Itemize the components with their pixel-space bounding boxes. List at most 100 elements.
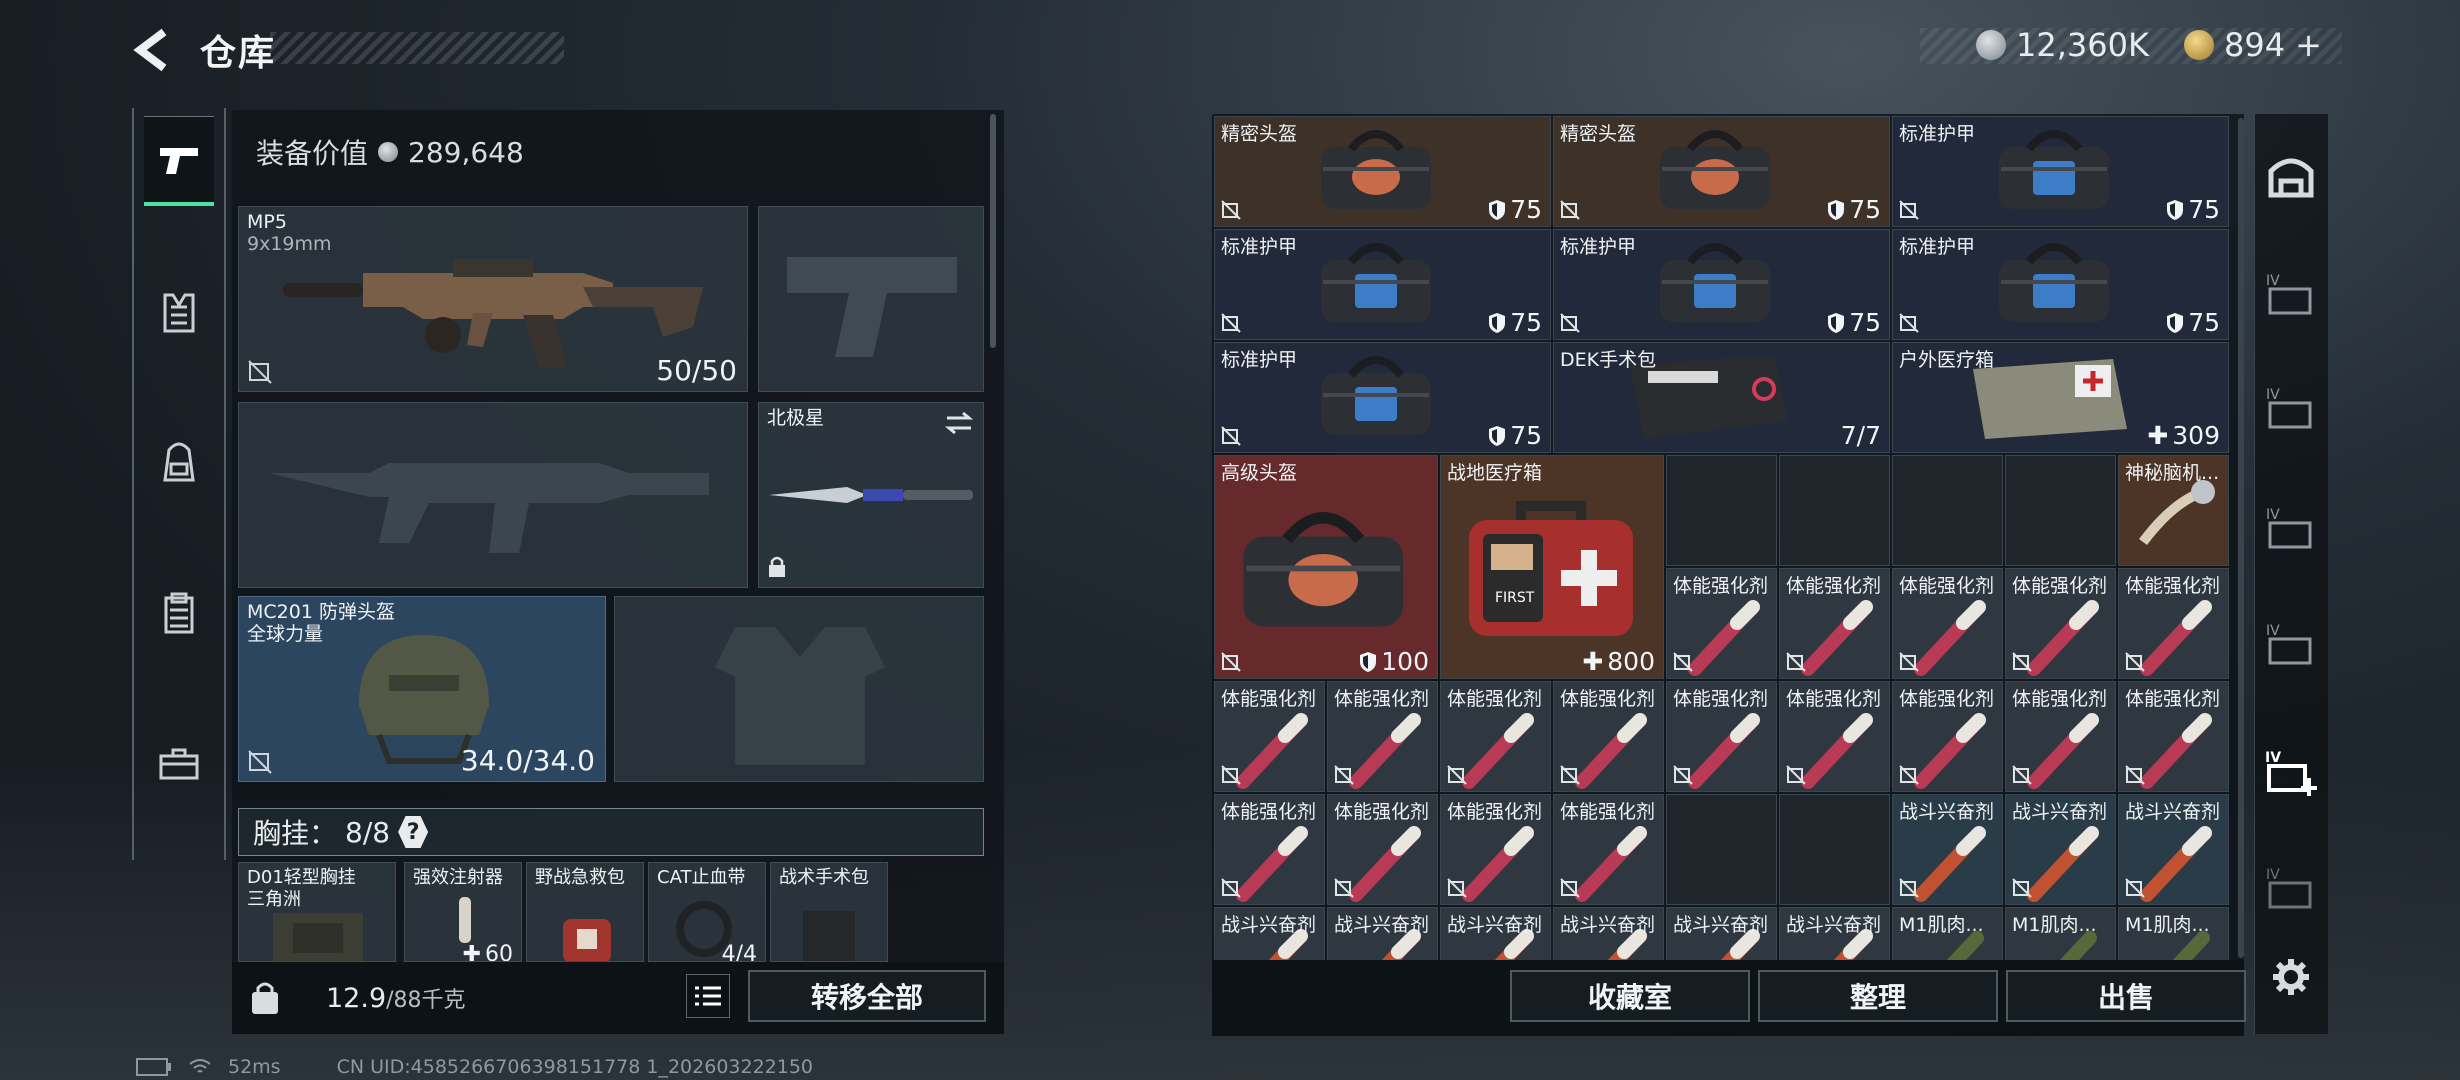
storage-item[interactable]: 体能强化剂 (2118, 681, 2229, 792)
storage-scrollbar[interactable] (2238, 118, 2244, 958)
storage-item[interactable]: 体能强化剂 (1779, 681, 1890, 792)
chest-rig-header: 胸挂： 8/8 ? (238, 808, 984, 856)
empty-cell[interactable] (1666, 794, 1777, 905)
storage-item[interactable]: 标准护甲 75 (1214, 229, 1551, 340)
empty-cell[interactable] (1666, 455, 1777, 566)
tab-backpack[interactable] (144, 418, 214, 508)
storage-item[interactable]: 体能强化剂 (1214, 681, 1325, 792)
storage-item[interactable]: 精密头盔 75 (1214, 116, 1551, 227)
storage-item[interactable]: 体能强化剂 (1327, 794, 1438, 905)
item-name: 体能强化剂 (1560, 801, 1656, 823)
help-button[interactable]: ? (398, 816, 429, 848)
storage-item[interactable]: 神秘脑机... (2118, 455, 2229, 566)
item-value: 75 (1849, 308, 1881, 337)
item-image (2133, 712, 2223, 791)
back-button[interactable] (130, 28, 178, 72)
storage-item[interactable]: 标准护甲 75 (1892, 116, 2229, 227)
pouch-slot-injector[interactable]: 强效注射器 ✚ 60 (404, 862, 522, 962)
item-name: 战斗兴奋剂 (1447, 914, 1543, 936)
primary-weapon-slot[interactable]: MP5 9x19mm 50/50 (238, 206, 748, 392)
storage-tab-iv-5[interactable]: IV (2258, 856, 2324, 922)
storage-tab-iv-1[interactable]: IV (2258, 262, 2324, 328)
no-insurance-icon (1560, 200, 1580, 220)
loadout-scrollbar[interactable] (990, 114, 996, 348)
sell-button[interactable]: 出售 (2006, 970, 2246, 1022)
storage-item[interactable]: 体能强化剂 (2005, 568, 2116, 679)
swap-icon[interactable] (945, 411, 973, 435)
storage-item[interactable]: 体能强化剂 (1214, 794, 1325, 905)
storage-item[interactable]: DEK手术包 7/7 (1553, 342, 1890, 453)
pouch-slot-rig[interactable]: D01轻型胸挂 三角洲 (238, 862, 396, 962)
storage-item[interactable]: 精密头盔 75 (1553, 116, 1890, 227)
armor-slot[interactable] (614, 596, 984, 782)
armor-shield-icon (1360, 651, 1377, 672)
heal-plus-icon: ✚ (2147, 421, 2169, 450)
storage-item[interactable]: 战斗兴奋剂 (1892, 794, 2003, 905)
tab-toolbox[interactable] (144, 718, 214, 808)
list-view-button[interactable] (686, 974, 730, 1018)
storage-item[interactable]: 体能强化剂 (1892, 568, 2003, 679)
organize-button[interactable]: 整理 (1758, 970, 1998, 1022)
storage-item[interactable]: 体能强化剂 (1440, 681, 1551, 792)
empty-cell[interactable] (2005, 455, 2116, 566)
item-durability: 75 (2166, 308, 2220, 337)
storage-item[interactable]: 体能强化剂 (1553, 794, 1664, 905)
storage-tab-iv-4[interactable]: IV (2258, 612, 2324, 678)
pouch-slot-firstaid[interactable]: 野战急救包 (526, 862, 644, 962)
transfer-all-button[interactable]: 转移全部 (748, 970, 986, 1022)
storage-item[interactable]: FIRST 战地医疗箱 ✚ 800 (1440, 455, 1664, 679)
item-name: 战斗兴奋剂 (1221, 914, 1317, 936)
storage-item[interactable]: 体能强化剂 (1779, 568, 1890, 679)
storage-item[interactable]: 体能强化剂 (1327, 681, 1438, 792)
item-heal: ✚ 800 (1582, 647, 1655, 676)
storage-item[interactable]: 体能强化剂 (1440, 794, 1551, 905)
storage-item[interactable]: 体能强化剂 (1666, 568, 1777, 679)
rifle-slot[interactable] (238, 402, 748, 588)
storage-tab-iv-3[interactable]: IV (2258, 496, 2324, 562)
item-name: M1肌肉... (2012, 914, 2097, 936)
status-bar: 52ms CN UID:4585266706398151778 1_202603… (136, 1056, 813, 1078)
storage-tab-iv-medical[interactable]: IV (2258, 740, 2324, 806)
no-insurance-icon (1221, 765, 1241, 785)
empty-cell[interactable] (1892, 455, 2003, 566)
add-gold-button[interactable]: + (2295, 26, 2322, 64)
storage-tab-iv-2[interactable]: IV (2258, 376, 2324, 442)
settings-button[interactable] (2258, 944, 2324, 1010)
storage-item[interactable]: 标准护甲 75 (1214, 342, 1551, 453)
melee-slot[interactable]: 北极星 (758, 402, 984, 588)
gold-currency[interactable]: 894 + (2184, 24, 2322, 66)
empty-cell[interactable] (1779, 455, 1890, 566)
weight-icon (252, 982, 278, 1014)
storage-item[interactable]: 体能强化剂 (2118, 568, 2229, 679)
no-insurance-icon (248, 750, 272, 774)
svg-text:IV: IV (2265, 750, 2281, 766)
tab-vest[interactable] (144, 268, 214, 358)
storage-item[interactable]: 战斗兴奋剂 (2118, 794, 2229, 905)
item-value: 75 (2188, 308, 2220, 337)
item-name: 标准护甲 (1899, 236, 1976, 258)
item-image (1342, 825, 1432, 904)
empty-cell[interactable] (1779, 794, 1890, 905)
storage-item[interactable]: 体能强化剂 (2005, 681, 2116, 792)
pouch-slot-surgical[interactable]: 战术手术包 (770, 862, 888, 962)
storage-item[interactable]: 标准护甲 75 (1553, 229, 1890, 340)
collection-room-button[interactable]: 收藏室 (1510, 970, 1750, 1022)
storage-item[interactable]: 体能强化剂 (1666, 681, 1777, 792)
item-name: 战斗兴奋剂 (2012, 801, 2108, 823)
no-insurance-icon (1899, 313, 1919, 333)
storage-item[interactable]: 高级头盔 100 (1214, 455, 1438, 679)
secondary-weapon-slot[interactable] (758, 206, 984, 392)
storage-item[interactable]: 标准护甲 75 (1892, 229, 2229, 340)
tab-weapon[interactable] (144, 116, 214, 206)
storage-tab-main[interactable] (2258, 144, 2324, 210)
storage-item[interactable]: 战斗兴奋剂 (2005, 794, 2116, 905)
item-value: 75 (2188, 195, 2220, 224)
storage-item[interactable]: 体能强化剂 (1553, 681, 1664, 792)
item-image (1229, 825, 1319, 904)
pouch-slot-tourniquet[interactable]: CAT止血带 4/4 (648, 862, 766, 962)
primary-weapon-ammo: 50/50 (656, 354, 737, 387)
storage-item[interactable]: 户外医疗箱 ✚ 309 (1892, 342, 2229, 453)
storage-item[interactable]: 体能强化剂 (1892, 681, 2003, 792)
helmet-slot[interactable]: MC201 防弹头盔 全球力量 34.0/34.0 (238, 596, 606, 782)
tab-pouch[interactable] (144, 568, 214, 658)
